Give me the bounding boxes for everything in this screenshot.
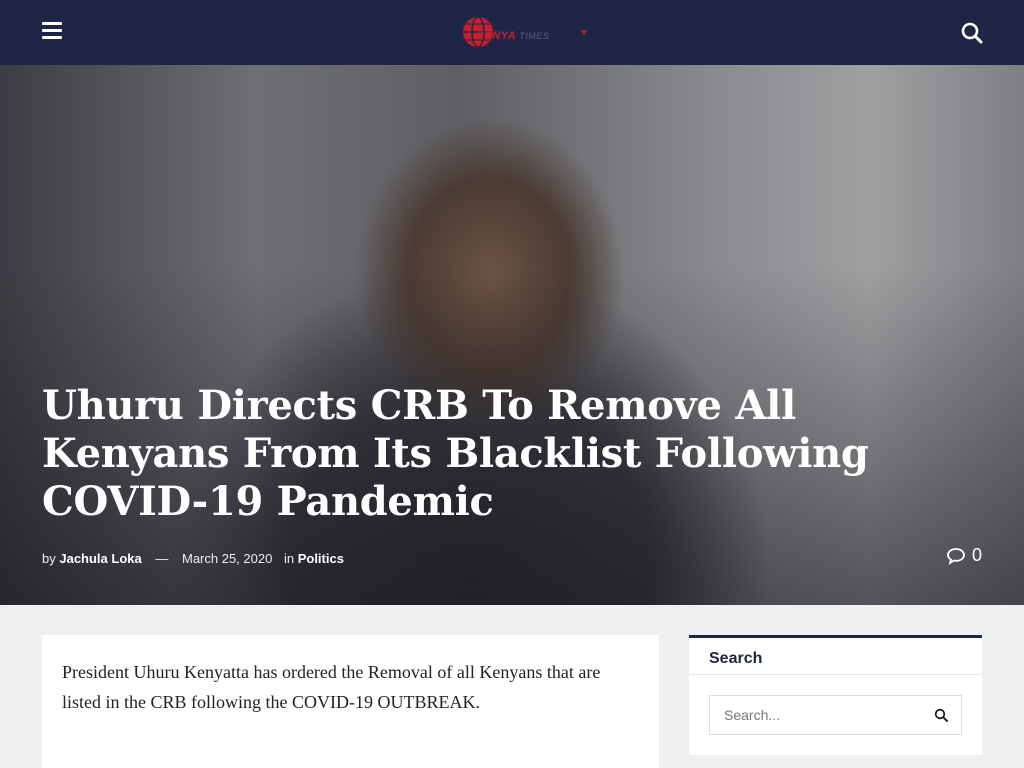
search-icon [934, 708, 948, 722]
article-meta: by Jachula Loka — March 25, 2020 in Poli… [42, 551, 344, 566]
search-form [709, 695, 962, 735]
logo-text-secondary: TIMES [519, 31, 550, 41]
logo-wordmark: KENYA TIMES [476, 30, 549, 42]
logo-text-primary: KENYA [476, 30, 517, 42]
article-paragraph: President Uhuru Kenyatta has ordered the… [62, 662, 601, 712]
hamburger-menu-icon[interactable] [42, 22, 62, 40]
meta-in-label: in [283, 551, 295, 566]
author-link[interactable]: Jachula Loka [59, 551, 141, 566]
logo-dot-icon [581, 30, 587, 35]
search-icon[interactable] [960, 21, 984, 45]
site-header: KENYA TIMES [0, 0, 1024, 65]
search-widget: Search [689, 635, 982, 755]
comments-link[interactable]: 0 [946, 545, 982, 566]
meta-separator: — [155, 551, 169, 566]
article-title: Uhuru Directs CRB To Remove All Kenyans … [42, 382, 869, 525]
publish-date[interactable]: March 25, 2020 [182, 551, 272, 566]
comment-count: 0 [972, 545, 983, 565]
search-input[interactable] [710, 696, 921, 734]
widget-title: Search [689, 638, 982, 675]
site-logo[interactable]: KENYA TIMES [436, 12, 588, 52]
meta-by-label: by [42, 551, 56, 566]
hero-banner: Uhuru Directs CRB To Remove All Kenyans … [0, 65, 1024, 605]
comment-icon [947, 547, 965, 565]
article-body: President Uhuru Kenyatta has ordered the… [42, 635, 659, 768]
category-link[interactable]: Politics [298, 551, 344, 566]
search-submit-button[interactable] [921, 696, 961, 734]
